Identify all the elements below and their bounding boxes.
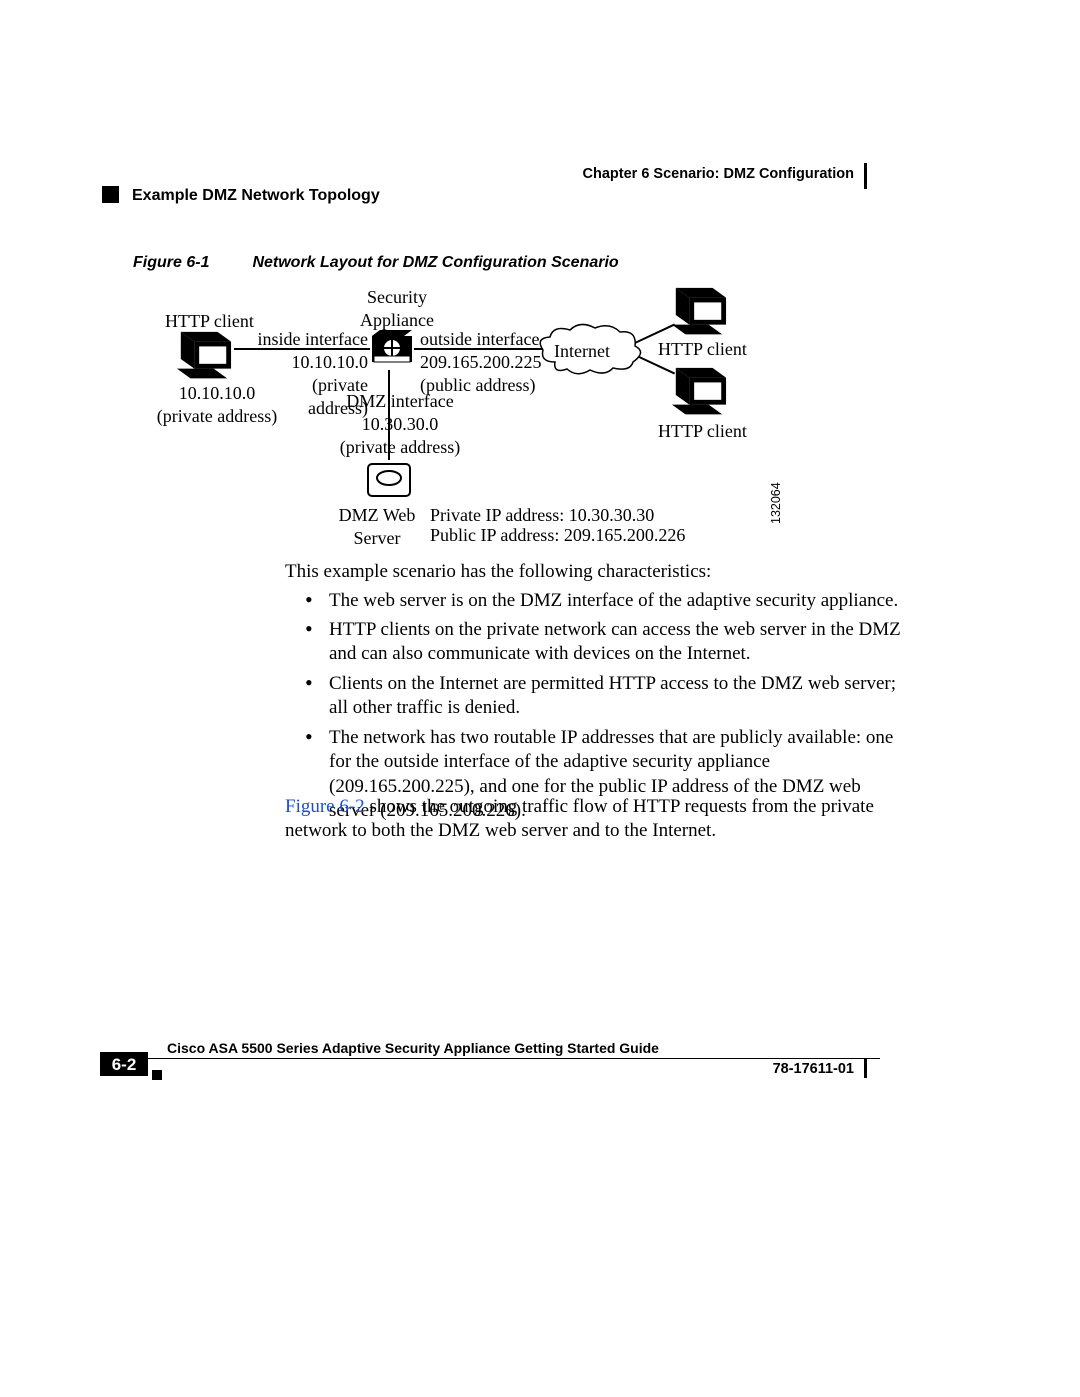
- footer-vrule: [864, 1058, 867, 1078]
- bullet-icon: •: [305, 672, 313, 694]
- server-icon: [366, 458, 412, 500]
- figure-caption: Figure 6-1 Network Layout for DMZ Config…: [133, 253, 913, 273]
- computer-icon: [670, 366, 728, 418]
- bullet-icon: •: [305, 589, 313, 611]
- http-client-right-label-2: HTTP client: [658, 420, 747, 443]
- dmz-public-ip: Public IP address: 209.165.200.226: [430, 524, 685, 547]
- internet-label: Internet: [554, 340, 610, 363]
- footer-rule: [100, 1058, 880, 1059]
- line-segment: [234, 348, 370, 350]
- network-diagram: Security Appliance HTTP client 10.10.10.…: [130, 278, 910, 538]
- bullet-text: The web server is on the DMZ interface o…: [329, 589, 905, 613]
- footer-marker: [152, 1070, 162, 1080]
- chapter-header: Chapter 6 Scenario: DMZ Configuration: [583, 165, 855, 184]
- figure-title: Network Layout for DMZ Configuration Sce…: [252, 254, 618, 271]
- dmz-interface-label: DMZ interface 10.30.30.0 (private addres…: [330, 390, 470, 459]
- bullet-text: HTTP clients on the private network can …: [329, 618, 905, 667]
- security-appliance-label: Security Appliance: [352, 286, 442, 332]
- figure-link[interactable]: Figure 6-2: [285, 796, 365, 817]
- bullet-text: Clients on the Internet are permitted HT…: [329, 672, 905, 721]
- computer-icon: [175, 330, 233, 382]
- section-title: Example DMZ Network Topology: [132, 186, 380, 206]
- http-client-right-label-1: HTTP client: [658, 338, 747, 361]
- follow-paragraph: Figure 6-2 shows the outgoing traffic fl…: [285, 795, 905, 844]
- bullet-icon: •: [305, 726, 313, 748]
- intro-text: This example scenario has the following …: [285, 560, 905, 584]
- footer-title: Cisco ASA 5500 Series Adaptive Security …: [167, 1040, 659, 1058]
- security-appliance-icon: [370, 328, 414, 368]
- follow-text: shows the outgoing traffic flow of HTTP …: [285, 796, 874, 841]
- section-marker: [102, 186, 119, 203]
- figure-image-id: 132064: [768, 482, 784, 524]
- computer-icon: [670, 286, 728, 338]
- doc-number: 78-17611-01: [773, 1060, 854, 1079]
- page-number: 6-2: [100, 1053, 148, 1077]
- bullet-icon: •: [305, 618, 313, 640]
- dmz-server-label: DMZ Web Server: [332, 504, 422, 550]
- figure-number: Figure 6-1: [133, 253, 248, 273]
- header-rule: [864, 163, 867, 189]
